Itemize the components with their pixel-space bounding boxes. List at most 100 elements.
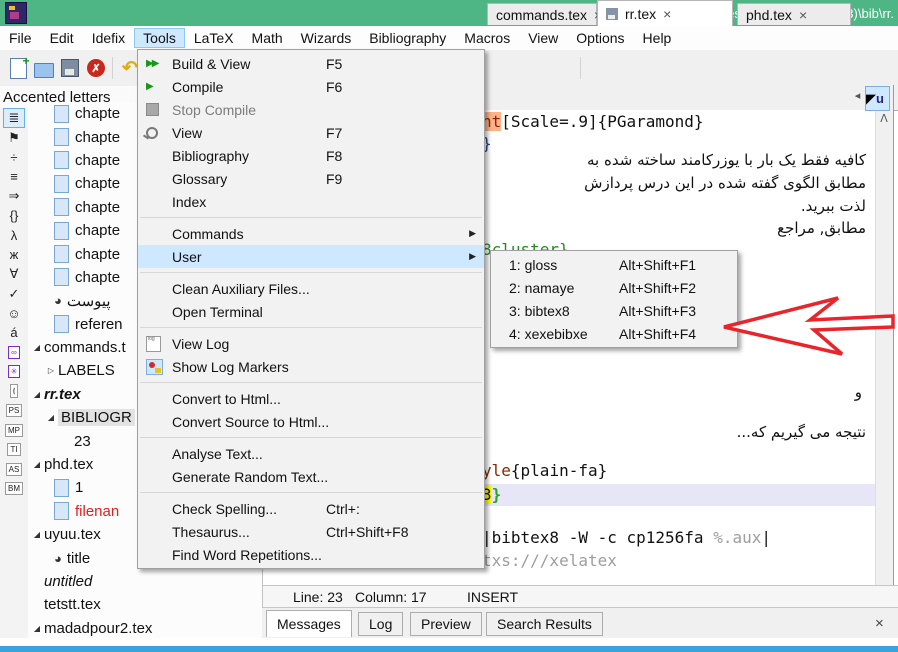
menu-item-find-word-repetitions[interactable]: Find Word Repetitions... — [138, 543, 484, 566]
greek-panel-icon[interactable]: λ — [3, 226, 25, 246]
tools-menu-popup: ▶▶Build & ViewF5 ▶CompileF6 Stop Compile… — [137, 49, 485, 569]
pstricks-panel-icon[interactable]: PS — [3, 401, 25, 421]
new-file-icon: + — [10, 58, 27, 79]
expanded-icon[interactable]: ◢ — [44, 413, 58, 422]
menu-item-bibliography[interactable]: BibliographyF8 — [138, 144, 484, 167]
bookmarks-panel-icon[interactable]: ⚑ — [3, 128, 25, 148]
infinity-panel-icon[interactable]: ∞ — [3, 343, 25, 363]
save-button[interactable] — [58, 56, 82, 80]
menu-bibliography[interactable]: Bibliography — [360, 28, 455, 48]
persian-line-2: مطابق الگوی گفته شده در این درس پردازش — [584, 174, 866, 192]
menu-item-open-terminal[interactable]: Open Terminal — [138, 300, 484, 323]
tab-log[interactable]: Log — [358, 612, 403, 636]
code-line-bibstyle: yle{plain-fa} — [482, 461, 607, 480]
menu-latex[interactable]: LaTeX — [185, 28, 243, 48]
code-line-font: nt[Scale=.9]{PGaramond} — [482, 112, 704, 131]
tab-preview[interactable]: Preview — [410, 612, 482, 636]
menu-item-build-and-view[interactable]: ▶▶Build & ViewF5 — [138, 52, 484, 75]
window-lower-strip — [0, 638, 898, 646]
menu-item-check-spelling[interactable]: Check Spelling...Ctrl+: — [138, 497, 484, 520]
menu-math[interactable]: Math — [243, 28, 292, 48]
menu-item-convert-source-to-html[interactable]: Convert Source to Html... — [138, 410, 484, 433]
window-bottom-edge — [0, 646, 898, 652]
tab-phd-tex[interactable]: phd.tex × — [737, 3, 851, 25]
tab-commands-tex[interactable]: commands.tex × — [487, 3, 597, 25]
close-icon[interactable]: × — [663, 6, 671, 22]
menu-item-index[interactable]: Index — [138, 190, 484, 213]
operators-panel-icon[interactable]: ∀ — [3, 265, 25, 285]
menu-options[interactable]: Options — [567, 28, 633, 48]
misc-symbols-panel-icon[interactable]: ☺ — [3, 304, 25, 324]
menu-file[interactable]: File — [0, 28, 41, 48]
expanded-icon[interactable]: ◢ — [30, 624, 44, 633]
scroll-up-button[interactable]: ᐱ — [877, 112, 891, 126]
collapsed-icon[interactable]: ▷ — [44, 366, 58, 375]
menu-wizards[interactable]: Wizards — [292, 28, 361, 48]
menu-idefix[interactable]: Idefix — [83, 28, 134, 48]
tab-search-results[interactable]: Search Results — [486, 612, 603, 636]
expanded-icon[interactable]: ◢ — [30, 343, 44, 352]
menu-macros[interactable]: Macros — [455, 28, 519, 48]
tab-messages[interactable]: Messages — [266, 610, 352, 637]
tree-item-madadpour2-tex[interactable]: ◢madadpour2.tex — [28, 617, 262, 640]
close-icon[interactable]: × — [799, 7, 807, 23]
menu-item-glossary[interactable]: GlossaryF9 — [138, 167, 484, 190]
tab-rr-tex[interactable]: rr.tex × — [597, 0, 733, 26]
file-icon — [54, 222, 69, 240]
delimiters-panel-icon[interactable]: {} — [3, 206, 25, 226]
menu-item-clean-auxiliary-files[interactable]: Clean Auxiliary Files... — [138, 277, 484, 300]
beamer-panel-icon[interactable]: BM — [3, 479, 25, 499]
submenu-item-gloss[interactable]: 1: glossAlt+Shift+F1 — [491, 253, 737, 276]
tree-item-tetstt-tex[interactable]: tetstt.tex — [28, 593, 262, 616]
menu-tools[interactable]: Tools — [134, 28, 185, 48]
special-symbols-panel-icon[interactable]: ✳ — [3, 362, 25, 382]
menu-item-view[interactable]: ViewF7 — [138, 121, 484, 144]
menu-item-commands[interactable]: Commands▶ — [138, 222, 484, 245]
menu-item-stop-compile: Stop Compile — [138, 98, 484, 121]
checkmark-panel-icon[interactable]: ✓ — [3, 284, 25, 304]
relations-panel-icon[interactable]: ≡ — [3, 167, 25, 187]
menu-bar: File Edit Idefix Tools LaTeX Math Wizard… — [0, 26, 898, 51]
menu-item-thesaurus[interactable]: Thesaurus...Ctrl+Shift+F8 — [138, 520, 484, 543]
section-icon: ◕ — [54, 551, 62, 566]
log-markers-icon — [146, 359, 172, 375]
menu-separator — [140, 327, 482, 328]
menu-item-generate-random-text[interactable]: Generate Random Text... — [138, 465, 484, 488]
tikz-panel-icon[interactable]: TI — [3, 440, 25, 460]
metapost-panel-icon[interactable]: MP — [3, 421, 25, 441]
menu-edit[interactable]: Edit — [41, 28, 83, 48]
expanded-icon[interactable]: ◢ — [30, 460, 44, 469]
menu-item-analyse-text[interactable]: Analyse Text... — [138, 442, 484, 465]
new-file-button[interactable]: + — [6, 56, 30, 80]
menu-help[interactable]: Help — [634, 28, 681, 48]
tree-item-untitled[interactable]: untitled — [28, 570, 262, 593]
menu-item-compile[interactable]: ▶CompileF6 — [138, 75, 484, 98]
expanded-icon[interactable]: ◢ — [30, 390, 44, 399]
structure-panel-icon[interactable]: ≣ — [3, 108, 25, 128]
math-symbols-panel-icon[interactable]: ÷ — [3, 148, 25, 168]
menu-view[interactable]: View — [519, 28, 567, 48]
close-panel-icon[interactable]: × — [875, 615, 884, 632]
menu-separator — [140, 382, 482, 383]
menu-item-user[interactable]: User▶ — [138, 245, 484, 268]
tab-scroll-left-button[interactable]: ◂ — [851, 89, 864, 106]
tab-scroll-right-button[interactable]: ◤ u — [865, 86, 890, 111]
arrows-panel-icon[interactable]: ⇒ — [3, 187, 25, 207]
menu-item-view-log[interactable]: logView Log — [138, 332, 484, 355]
open-folder-icon — [34, 63, 54, 78]
open-file-button[interactable] — [32, 56, 56, 80]
side-panel-selector: ≣ ⚑ ÷ ≡ ⇒ {} λ ж ∀ ✓ ☺ á ∞ ✳ ⦅ PS MP TI … — [0, 108, 28, 645]
menu-item-convert-to-html[interactable]: Convert to Html... — [138, 387, 484, 410]
asymptote-panel-icon[interactable]: AS — [3, 460, 25, 480]
toolbar-separator — [112, 57, 113, 79]
cyrillic-panel-icon[interactable]: ж — [3, 245, 25, 265]
brackets-panel-icon[interactable]: ⦅ — [3, 382, 25, 402]
menu-item-show-log-markers[interactable]: Show Log Markers — [138, 355, 484, 378]
status-insert-mode: INSERT — [467, 589, 518, 605]
undo-icon: ↷ — [122, 57, 138, 80]
accented-letters-panel-icon[interactable]: á — [3, 323, 25, 343]
close-document-button[interactable]: ✗ — [84, 56, 108, 80]
output-panel-tab-bar: Messages Log Preview Search Results × — [262, 607, 898, 639]
persian-line-4: مطابق, مراجع — [777, 219, 866, 237]
expanded-icon[interactable]: ◢ — [30, 530, 44, 539]
